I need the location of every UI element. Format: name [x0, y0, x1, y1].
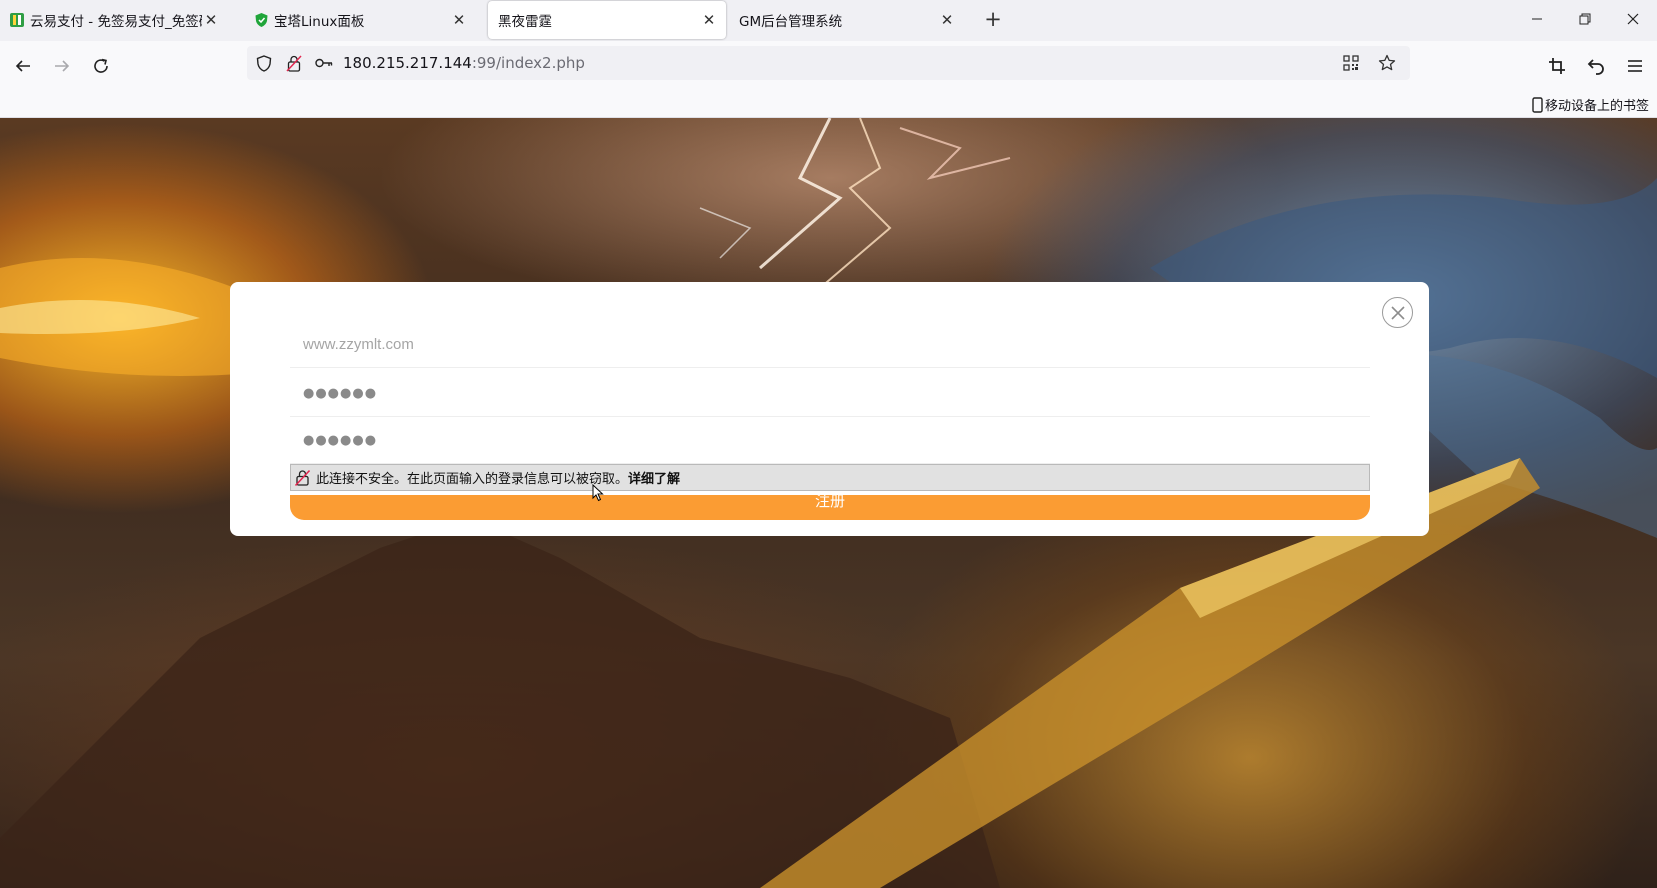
qr-code-icon[interactable]	[1336, 46, 1366, 80]
tab-close-icon[interactable]: ✕	[202, 11, 220, 29]
tab-close-icon[interactable]: ✕	[450, 11, 468, 29]
bookmarks-toolbar: 移动设备上的书签	[0, 91, 1657, 118]
crop-icon	[1549, 58, 1565, 74]
insecure-lock-icon	[294, 469, 311, 486]
screenshot-button[interactable]	[1544, 53, 1570, 79]
tab-title: GM后台管理系统	[739, 14, 843, 30]
window-controls	[1513, 0, 1657, 40]
yunyi-favicon-icon	[10, 13, 24, 27]
insecure-warning-text: 此连接不安全。在此页面输入的登录信息可以被窃取。	[316, 472, 629, 487]
url-text[interactable]: 180.215.217.144:99/index2.php	[343, 54, 585, 72]
tracking-protection-shield-icon[interactable]	[249, 46, 279, 80]
reload-icon	[94, 58, 108, 73]
back-button[interactable]	[10, 53, 36, 79]
close-window-button[interactable]	[1609, 0, 1657, 38]
saved-logins-key-icon[interactable]	[309, 46, 339, 80]
register-modal: ●●●●●● ●●●●●● 此连接不安全。在此页面输入的登录信息可以被窃取。 详…	[230, 282, 1429, 536]
tab-close-icon[interactable]: ✕	[700, 11, 718, 29]
mobile-bookmarks-label: 移动设备上的书签	[1544, 99, 1649, 114]
close-icon	[1390, 305, 1405, 320]
url-path: :99/index2.php	[471, 54, 585, 72]
close-icon	[1627, 13, 1639, 25]
address-bar[interactable]: 180.215.217.144:99/index2.php	[247, 46, 1410, 80]
confirm-password-field[interactable]: ●●●●●●	[290, 418, 1370, 464]
baota-shield-icon	[254, 13, 268, 27]
page-viewport: ●●●●●● ●●●●●● 此连接不安全。在此页面输入的登录信息可以被窃取。 详…	[0, 118, 1657, 888]
navigation-toolbar: 180.215.217.144:99/index2.php	[0, 41, 1657, 91]
mobile-bookmarks-folder[interactable]: 移动设备上的书签	[1532, 95, 1649, 114]
tab-title: 宝塔Linux面板	[274, 14, 365, 30]
tab-title: 云易支付 - 免签易支付_免签码支	[30, 14, 202, 30]
tab-strip: 云易支付 - 免签易支付_免签码支 ✕ 宝塔Linux面板 ✕ 黑夜雷霆 ✕ G…	[0, 0, 1657, 41]
reload-button[interactable]	[88, 53, 114, 79]
mobile-device-icon	[1532, 96, 1543, 113]
tab-yunyi-pay[interactable]: 云易支付 - 免签易支付_免签码支 ✕	[0, 0, 228, 40]
tab-heiye-leiting[interactable]: 黑夜雷霆 ✕	[488, 1, 726, 39]
insecure-login-warning: 此连接不安全。在此页面输入的登录信息可以被窃取。 详细了解	[290, 464, 1370, 491]
tab-gm-admin[interactable]: GM后台管理系统 ✕	[729, 0, 964, 40]
tab-baota-panel[interactable]: 宝塔Linux面板 ✕	[244, 0, 476, 40]
address-bar-actions	[1336, 46, 1402, 80]
undo-arrow-icon	[1587, 59, 1604, 75]
url-host: 180.215.217.144	[343, 54, 472, 72]
minimize-button[interactable]	[1513, 0, 1561, 38]
register-button[interactable]: 注册	[290, 494, 1370, 520]
app-menu-button[interactable]	[1622, 53, 1648, 79]
bookmark-star-icon[interactable]	[1372, 46, 1402, 80]
confirm-password-masked-value: ●●●●●●	[303, 433, 378, 448]
tab-title: 黑夜雷霆	[498, 14, 552, 30]
hamburger-menu-icon	[1628, 60, 1642, 72]
forward-button[interactable]	[49, 53, 75, 79]
back-arrow-icon	[15, 60, 30, 72]
minimize-icon	[1532, 18, 1542, 20]
new-tab-button[interactable]: +	[982, 9, 1004, 31]
insecure-lock-icon[interactable]	[279, 46, 309, 80]
learn-more-link[interactable]: 详细了解	[628, 468, 680, 487]
forward-arrow-icon	[55, 60, 70, 72]
password-masked-value: ●●●●●●	[303, 386, 378, 401]
username-field[interactable]	[290, 322, 1370, 368]
tab-close-icon[interactable]: ✕	[938, 11, 956, 29]
username-input[interactable]	[303, 336, 1370, 353]
mouse-cursor-icon	[592, 484, 604, 502]
modal-close-button[interactable]	[1382, 297, 1413, 328]
password-field[interactable]: ●●●●●●	[290, 371, 1370, 417]
undo-button[interactable]	[1583, 53, 1609, 79]
restore-button[interactable]	[1561, 0, 1609, 38]
restore-icon	[1579, 13, 1591, 25]
